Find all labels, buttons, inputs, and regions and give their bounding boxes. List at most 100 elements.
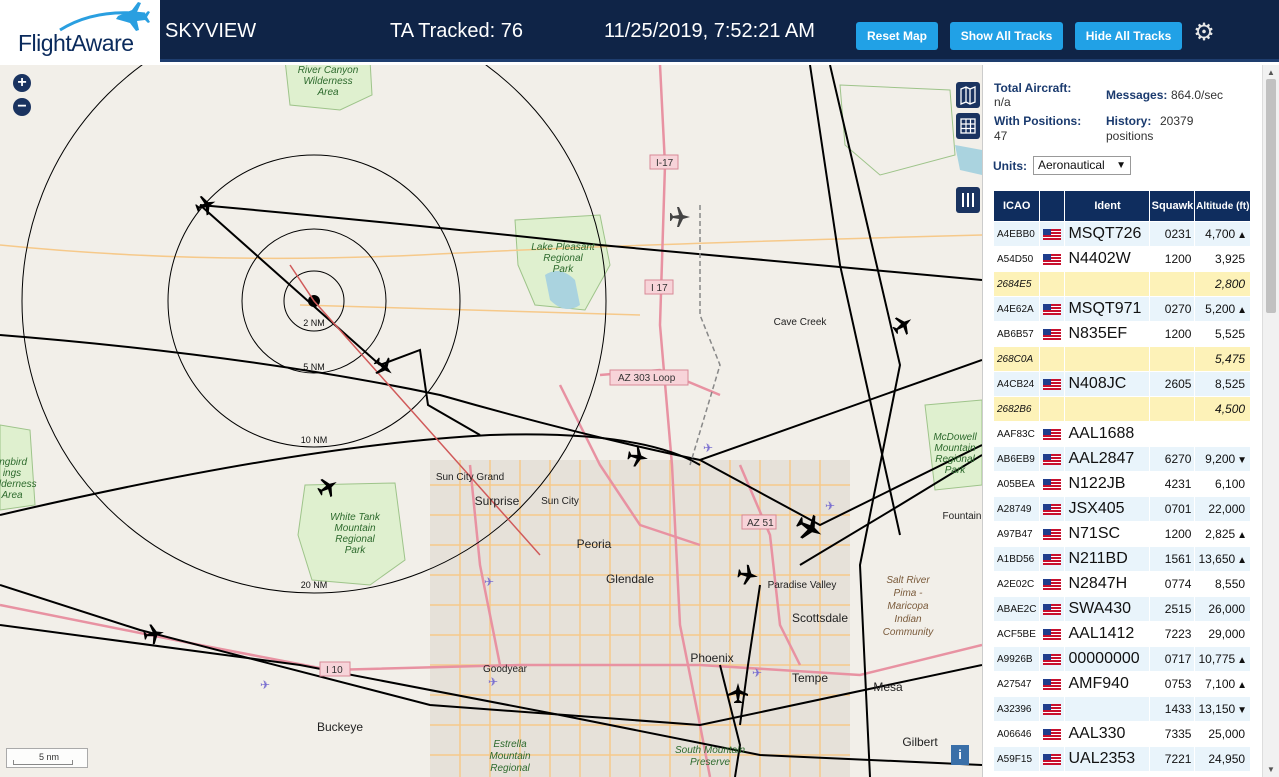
ident-cell [1065, 397, 1150, 421]
table-row[interactable]: AAF83C AAL1688 [994, 422, 1251, 446]
messages-value: 864.0/sec [1171, 88, 1224, 102]
place-label: Park [553, 264, 575, 275]
ident-text: N4402W [1068, 250, 1131, 267]
altitude-text: 5,475 [1215, 352, 1246, 366]
map-view[interactable]: 2 NM 5 NM 10 NM 20 NM ✈ ✈ ✈ ✈ ✈ ✈ I-17 I… [0, 65, 982, 777]
table-row[interactable]: A59F15 UAL2353 7221 24,950 [994, 747, 1251, 771]
place-label: Lake Pleasant [531, 242, 596, 253]
icao-cell: A9926B [994, 647, 1040, 671]
column-header-icao[interactable]: ICAO [994, 191, 1040, 221]
column-header-ident[interactable]: Ident [1065, 191, 1150, 221]
table-row[interactable]: ABAE2C SWA430 2515 26,000 [994, 597, 1251, 621]
scroll-down-icon[interactable]: ▼ [1267, 765, 1275, 774]
reset-map-button[interactable]: Reset Map [856, 22, 938, 50]
show-all-tracks-button[interactable]: Show All Tracks [950, 22, 1063, 50]
units-select[interactable]: Aeronautical ▼ [1033, 156, 1131, 175]
altitude-text: 29,000 [1208, 627, 1246, 641]
table-row[interactable]: A27547 AMF940 0753 7,100 ▲ [994, 672, 1251, 696]
map-canvas[interactable]: 2 NM 5 NM 10 NM 20 NM ✈ ✈ ✈ ✈ ✈ ✈ I-17 I… [0, 65, 982, 777]
ident-cell: N2847H [1065, 572, 1150, 596]
us-flag-icon [1043, 553, 1062, 565]
place-label: Mountain [334, 523, 376, 534]
park-boundary [839, 84, 956, 176]
airplane-icon[interactable] [370, 353, 398, 381]
column-header-altitude[interactable]: Altitude (ft) [1195, 191, 1251, 221]
squawk-cell: 0753 [1150, 672, 1195, 696]
airplane-icon[interactable] [670, 207, 690, 227]
table-row[interactable]: A2E02C N2847H 0774 8,550 [994, 572, 1251, 596]
table-row[interactable]: A1BD56 N211BD 1561 13,650 ▲ [994, 547, 1251, 571]
altitude-cell: 4,500 [1195, 397, 1251, 421]
table-row[interactable]: A4E62A MSQT971 0270 5,200 ▲ [994, 297, 1251, 321]
ta-tracked-count: TA Tracked: 76 [390, 20, 524, 42]
hide-all-tracks-button[interactable]: Hide All Tracks [1075, 22, 1182, 50]
place-label: ings [3, 468, 21, 479]
table-row[interactable]: A4EBB0 MSQT726 0231 4,700 ▲ [994, 222, 1251, 246]
squawk-text: 0774 [1164, 577, 1192, 591]
table-row[interactable]: 2682B6 4,500 [994, 397, 1251, 421]
column-header-squawk[interactable]: Squawk [1150, 191, 1195, 221]
table-row[interactable]: A54D50 N4402W 1200 3,925 [994, 247, 1251, 271]
aircraft-sidebar: Total Aircraft: n/a Messages: 864.0/sec … [982, 65, 1279, 777]
map-layers-icon[interactable] [956, 82, 980, 108]
flag-cell [1040, 347, 1065, 371]
ident-text: N408JC [1068, 375, 1127, 392]
sidebar-scrollbar[interactable]: ▲ ▼ [1262, 65, 1279, 777]
airport-icon: ✈ [260, 678, 270, 692]
flightaware-logo[interactable]: FlightAware [0, 0, 160, 62]
ident-cell: AAL1688 [1065, 422, 1150, 446]
place-label: Regional [490, 763, 530, 774]
info-icon[interactable]: i [951, 745, 969, 765]
icao-text: 2682B6 [997, 403, 1032, 415]
airplane-icon[interactable] [142, 622, 165, 645]
icao-cell: A06646 [994, 722, 1040, 746]
table-row[interactable]: A28749 JSX405 0701 22,000 [994, 497, 1251, 521]
column-header-flag[interactable] [1040, 191, 1065, 221]
zoom-in-button[interactable]: + [13, 74, 31, 92]
table-row[interactable]: AB6B57 N835EF 1200 5,525 [994, 322, 1251, 346]
lake [955, 145, 982, 175]
squawk-cell: 7223 [1150, 622, 1195, 646]
table-row[interactable]: AB6EB9 AAL2847 6270 9,200 ▼ [994, 447, 1251, 471]
altitude-text: 4,700 [1205, 227, 1236, 241]
squawk-cell: 1200 [1150, 522, 1195, 546]
ident-cell [1065, 697, 1150, 721]
table-row[interactable]: A05BEA N122JB 4231 6,100 [994, 472, 1251, 496]
table-header-row: ICAO Ident Squawk Altitude (ft) [994, 191, 1251, 221]
squawk-text: 1561 [1164, 552, 1192, 566]
ident-cell [1065, 272, 1150, 296]
altitude-trend-icon: ▲ [1237, 230, 1248, 241]
airport-icon: ✈ [825, 499, 835, 513]
columns-icon[interactable] [956, 187, 980, 213]
scrollbar-thumb[interactable] [1266, 79, 1276, 313]
icao-cell: A4EBB0 [994, 222, 1040, 246]
place-label: Maricopa [887, 601, 929, 612]
scroll-up-icon[interactable]: ▲ [1267, 68, 1275, 77]
place-label: Regional [935, 454, 975, 465]
squawk-cell: 7335 [1150, 722, 1195, 746]
table-row[interactable]: A06646 AAL330 7335 25,000 [994, 722, 1251, 746]
grid-icon[interactable] [956, 113, 980, 139]
road-shield: I 10 [326, 665, 343, 676]
table-row[interactable]: A9926B 00000000 0717 10,775 ▲ [994, 647, 1251, 671]
ident-cell: N71SC [1065, 522, 1150, 546]
table-row[interactable]: 2684E5 2,800 [994, 272, 1251, 296]
zoom-out-button[interactable]: − [13, 98, 31, 116]
table-row[interactable]: A97B47 N71SC 1200 2,825 ▲ [994, 522, 1251, 546]
altitude-cell: 5,525 [1195, 322, 1251, 346]
icao-cell: ABAE2C [994, 597, 1040, 621]
table-row[interactable]: A32396 1433 13,150 ▼ [994, 697, 1251, 721]
gear-icon[interactable]: ⚙ [1191, 20, 1217, 46]
altitude-text: 8,525 [1215, 377, 1246, 391]
altitude-text: 2,800 [1215, 277, 1246, 291]
ident-cell [1065, 347, 1150, 371]
table-row[interactable]: A4CB24 N408JC 2605 8,525 [994, 372, 1251, 396]
table-row[interactable]: 268C0A 5,475 [994, 347, 1251, 371]
scale-bar: 5 nm [6, 748, 88, 768]
icao-text: ACF5BE [997, 628, 1036, 640]
icao-text: A59F15 [997, 753, 1033, 765]
icao-cell: A97B47 [994, 522, 1040, 546]
table-row[interactable]: ACF5BE AAL1412 7223 29,000 [994, 622, 1251, 646]
squawk-cell: 1200 [1150, 322, 1195, 346]
squawk-cell: 1561 [1150, 547, 1195, 571]
